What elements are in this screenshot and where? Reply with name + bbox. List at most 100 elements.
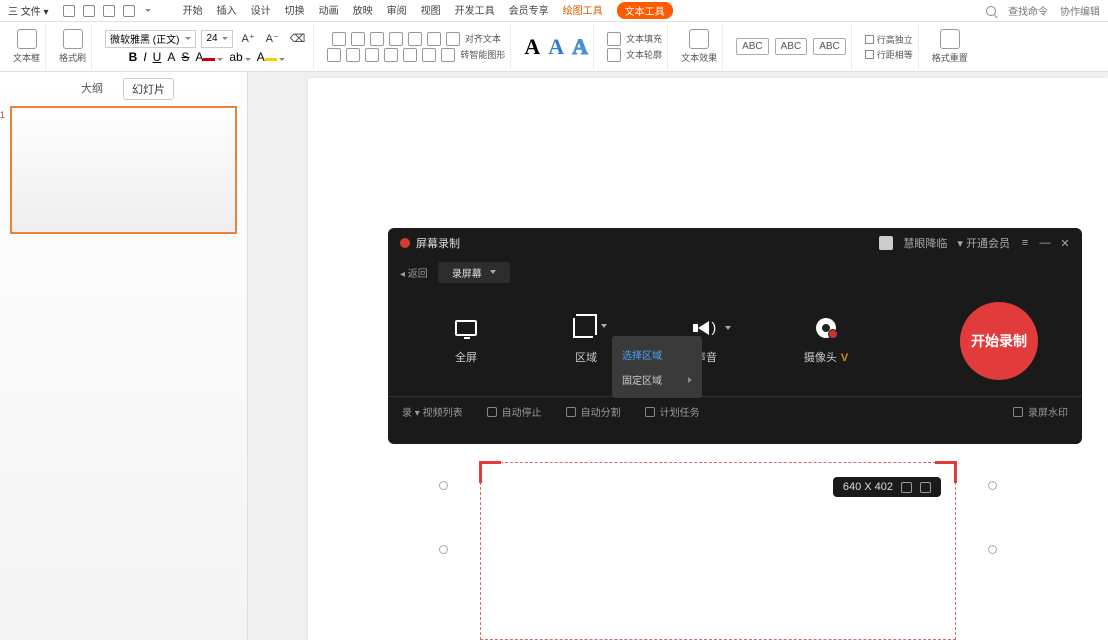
tab-transition[interactable]: 切换	[285, 2, 305, 19]
option-fullscreen[interactable]: 全屏	[406, 317, 526, 365]
wordart-style-1[interactable]: A	[524, 34, 540, 60]
bullets-icon[interactable]	[332, 32, 346, 46]
reset-format-label: 格式重置	[932, 51, 968, 64]
tab-review[interactable]: 审阅	[387, 2, 407, 19]
menu-icon[interactable]: ≡	[1020, 238, 1030, 248]
qat-more-icon[interactable]	[145, 9, 151, 12]
crop-dimensions: 640 X 402	[843, 481, 893, 493]
tab-outline[interactable]: 大纲	[73, 78, 111, 100]
ribbon-group-reset: 格式重置	[927, 24, 973, 70]
qat-redo-icon[interactable]	[103, 5, 115, 17]
back-button[interactable]: ◂ 返回	[400, 265, 428, 280]
footer-watermark[interactable]: 录屏水印	[1013, 404, 1068, 419]
menu-right: 查找命令 协作编辑	[986, 3, 1100, 18]
option-camera[interactable]: 摄像头V	[766, 317, 886, 365]
reset-format-icon[interactable]	[940, 29, 960, 49]
tab-insert[interactable]: 插入	[217, 2, 237, 19]
abc-style-2[interactable]: ABC	[775, 38, 808, 55]
crop-handle-left-mid[interactable]	[439, 545, 448, 554]
columns-icon[interactable]	[422, 48, 436, 62]
footer-auto-split[interactable]: 自动分割	[566, 404, 621, 419]
textbox-icon[interactable]	[17, 29, 37, 49]
format-painter-icon[interactable]	[63, 29, 83, 49]
row-height-label: 行高独立	[877, 33, 913, 46]
tab-view[interactable]: 视图	[421, 2, 441, 19]
line-spacing-icon[interactable]	[408, 32, 422, 46]
tab-dev[interactable]: 开发工具	[455, 2, 495, 19]
menu-fixed-region[interactable]: 固定区域	[612, 367, 702, 392]
user-avatar-icon[interactable]	[879, 236, 893, 250]
text-highlight-button[interactable]: A	[257, 50, 285, 64]
font-size-select[interactable]: 24	[201, 30, 233, 48]
close-icon[interactable]: ✕	[1060, 238, 1070, 248]
distribute-icon[interactable]	[403, 48, 417, 62]
minimize-icon[interactable]: —	[1040, 238, 1050, 248]
align-justify-icon[interactable]	[384, 48, 398, 62]
crop-handle-right-mid[interactable]	[988, 545, 997, 554]
align-text-icon[interactable]	[446, 32, 460, 46]
increase-font-icon[interactable]: A⁺	[238, 31, 257, 46]
underline-button[interactable]: U	[153, 50, 162, 64]
line-spacing-check[interactable]	[865, 50, 874, 59]
footer-video-list[interactable]: 录 ▾ 视频列表	[402, 404, 463, 419]
recorder-titlebar[interactable]: 屏幕录制 慧眼降临 ▾ 开通会员 ≡ — ✕	[388, 228, 1082, 258]
qat-save-icon[interactable]	[63, 5, 75, 17]
text-direction-icon[interactable]	[427, 32, 441, 46]
file-menu[interactable]: 三 文件 ▾	[8, 3, 49, 18]
crop-handle-right[interactable]	[988, 481, 997, 490]
font-name-select[interactable]: 微软雅黑 (正文)	[105, 30, 196, 48]
font-color-button[interactable]: A	[195, 50, 223, 64]
crop-corner-tl[interactable]	[479, 461, 501, 483]
start-record-button[interactable]: 开始录制	[960, 302, 1038, 380]
abc-style-1[interactable]: ABC	[736, 38, 769, 55]
membership-link[interactable]: ▾ 开通会员	[957, 235, 1010, 251]
search-placeholder[interactable]: 查找命令	[1008, 3, 1048, 18]
crop-selection[interactable]: 640 X 402	[480, 462, 956, 640]
wordart-style-3[interactable]: A	[572, 34, 588, 60]
mode-dropdown[interactable]: 录屏幕	[438, 262, 510, 283]
decrease-font-icon[interactable]: A⁻	[263, 31, 282, 46]
search-icon[interactable]	[986, 6, 996, 16]
highlight-button[interactable]: ab	[229, 50, 250, 64]
text-fill-icon[interactable]	[607, 32, 621, 46]
crop-rotate-icon[interactable]	[901, 482, 912, 493]
align-center-icon[interactable]	[346, 48, 360, 62]
bold-button[interactable]: B	[129, 50, 138, 64]
tab-text-tools[interactable]: 文本工具	[617, 2, 673, 19]
superscript-button[interactable]: A	[167, 50, 175, 64]
qat-print-icon[interactable]	[123, 5, 135, 17]
wordart-style-2[interactable]: A	[548, 34, 564, 60]
tab-slides[interactable]: 幻灯片	[123, 78, 174, 100]
smart-convert-icon[interactable]	[441, 48, 455, 62]
crop-aspect-icon[interactable]	[920, 482, 931, 493]
indent-inc-icon[interactable]	[389, 32, 403, 46]
recorder-subbar: ◂ 返回 录屏幕	[388, 258, 1082, 286]
tab-member[interactable]: 会员专享	[509, 2, 549, 19]
tab-design[interactable]: 设计	[251, 2, 271, 19]
row-height-check[interactable]	[865, 35, 874, 44]
ribbon-group-spacing: 行高独立 行距相等	[860, 24, 919, 70]
qat-undo-icon[interactable]	[83, 5, 95, 17]
text-effect-icon[interactable]	[689, 29, 709, 49]
text-outline-icon[interactable]	[607, 48, 621, 62]
tab-start[interactable]: 开始	[183, 2, 203, 19]
align-right-icon[interactable]	[365, 48, 379, 62]
italic-button[interactable]: I	[143, 50, 146, 64]
footer-auto-stop[interactable]: 自动停止	[487, 404, 542, 419]
caret-down-icon	[490, 270, 496, 274]
coop-button[interactable]: 协作编辑	[1060, 3, 1100, 18]
slide-thumbnail-1[interactable]: 1	[10, 106, 237, 234]
tab-animation[interactable]: 动画	[319, 2, 339, 19]
footer-schedule[interactable]: 计划任务	[645, 404, 700, 419]
abc-style-3[interactable]: ABC	[813, 38, 846, 55]
clear-format-icon[interactable]: ⌫	[287, 31, 309, 46]
numbering-icon[interactable]	[351, 32, 365, 46]
indent-dec-icon[interactable]	[370, 32, 384, 46]
user-name[interactable]: 慧眼降临	[903, 235, 947, 251]
menu-select-region[interactable]: 选择区域	[612, 342, 702, 367]
strike-button[interactable]: S	[181, 50, 189, 64]
crop-handle-left[interactable]	[439, 481, 448, 490]
tab-slideshow[interactable]: 放映	[353, 2, 373, 19]
align-left-icon[interactable]	[327, 48, 341, 62]
tab-drawing-tools[interactable]: 绘图工具	[563, 2, 603, 19]
